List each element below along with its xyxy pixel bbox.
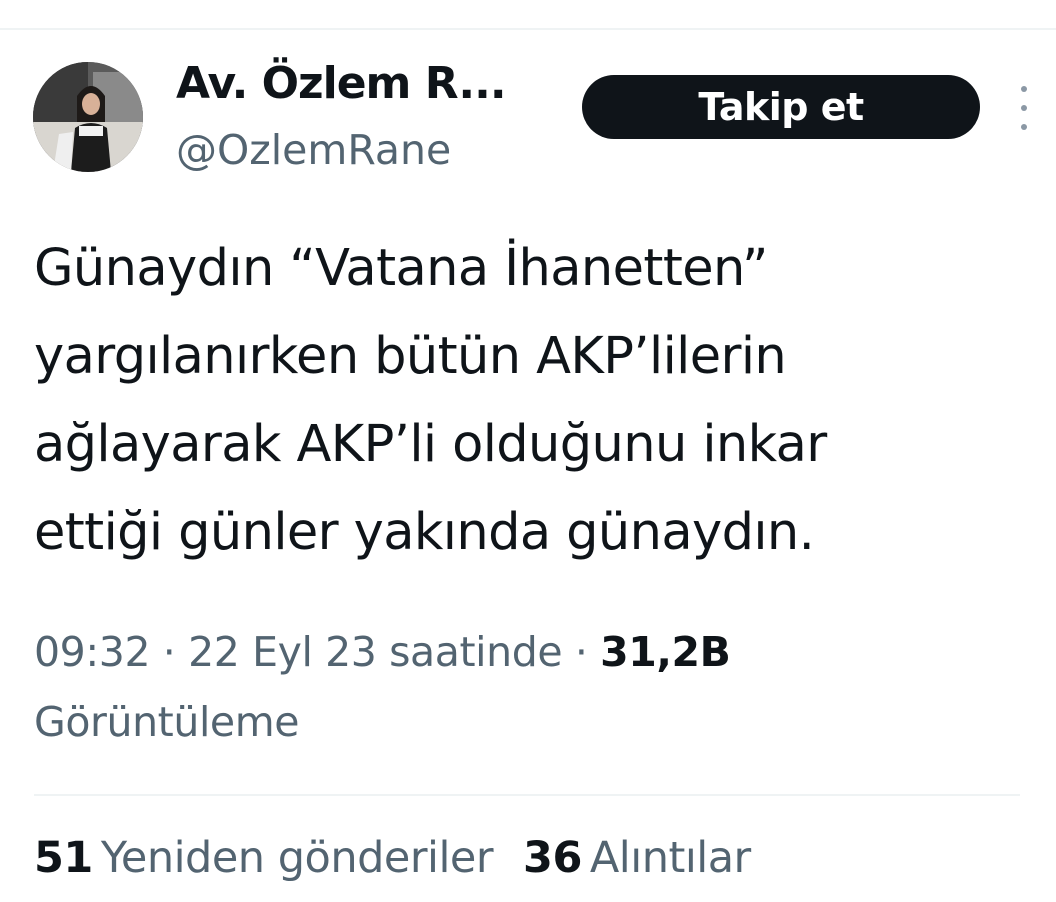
vertical-ellipsis-icon bbox=[1021, 86, 1027, 92]
meta-separator: · bbox=[574, 628, 588, 676]
vertical-ellipsis-icon bbox=[1021, 124, 1027, 130]
author-handle[interactable]: @OzlemRane bbox=[176, 126, 451, 174]
follow-button[interactable]: Takip et bbox=[582, 75, 980, 139]
views-count[interactable]: 31,2B bbox=[600, 628, 731, 676]
retweets-count: 51 bbox=[34, 833, 93, 883]
tweet-card: Av. Özlem R... @OzlemRane Takip et Günay… bbox=[0, 0, 1056, 902]
tweet-text-line: ettiği günler yakında günaydın. bbox=[34, 503, 815, 562]
quotes-stat[interactable]: 36 Alıntılar bbox=[523, 826, 751, 890]
tweet-meta: 09:32 · 22 Eyl 23 saatinde · 31,2B Görün… bbox=[34, 617, 1034, 757]
tweet-time[interactable]: 09:32 bbox=[34, 628, 151, 676]
tweet-text-line: ağlayarak AKP’li olduğunu inkar bbox=[34, 415, 827, 474]
quotes-label: Alıntılar bbox=[589, 833, 751, 883]
views-label[interactable]: Görüntüleme bbox=[34, 687, 1034, 757]
tweet-text-line: Günaydın “Vatana İhanetten” bbox=[34, 239, 768, 298]
retweets-stat[interactable]: 51 Yeniden gönderiler bbox=[34, 826, 494, 890]
vertical-ellipsis-icon bbox=[1021, 105, 1027, 111]
tweet-text-line: yargılanırken bütün AKP’lilerin bbox=[34, 327, 787, 386]
stats-divider bbox=[34, 794, 1020, 796]
more-options-button[interactable] bbox=[1008, 86, 1040, 130]
tweet-text: Günaydın “Vatana İhanetten” yargılanırke… bbox=[34, 225, 1044, 577]
tweet-date[interactable]: 22 Eyl 23 saatinde bbox=[188, 628, 563, 676]
author-display-name[interactable]: Av. Özlem R... bbox=[176, 58, 507, 109]
quotes-count: 36 bbox=[523, 833, 582, 883]
tweet-stats: 51 Yeniden gönderiler 36 Alıntılar bbox=[34, 826, 751, 890]
meta-separator: · bbox=[162, 628, 176, 676]
avatar-photo-icon bbox=[33, 62, 143, 172]
avatar[interactable] bbox=[33, 62, 143, 172]
retweets-label: Yeniden gönderiler bbox=[100, 833, 494, 883]
